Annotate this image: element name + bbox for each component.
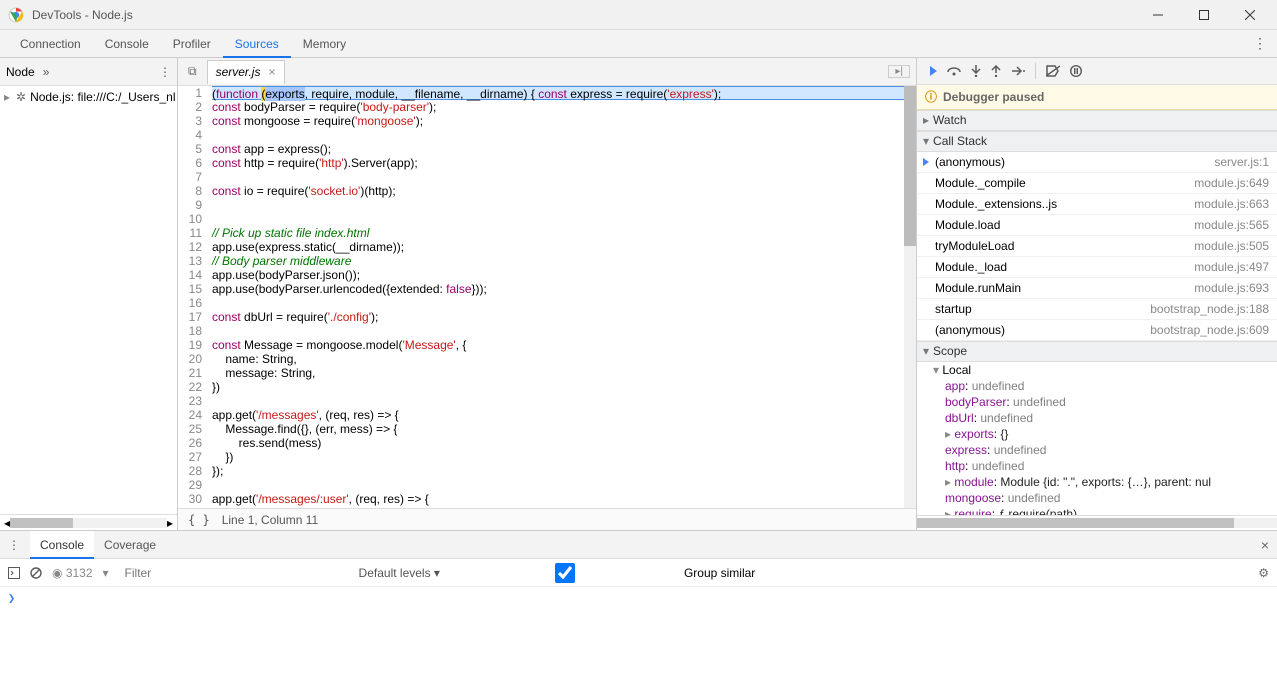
tab-profiler[interactable]: Profiler [161, 30, 223, 58]
callstack-frame[interactable]: Module.loadmodule.js:565 [917, 215, 1277, 236]
scope-local[interactable]: ▾ Local [917, 362, 1277, 378]
chrome-logo-icon [8, 7, 24, 23]
drawer-tab-coverage[interactable]: Coverage [94, 531, 166, 559]
console-prompt[interactable]: ❯ [0, 587, 1277, 647]
toggle-console-icon[interactable] [8, 567, 20, 579]
triangle-right-icon: ▸ [4, 90, 10, 104]
callstack-frame[interactable]: (anonymous)server.js:1 [917, 152, 1277, 173]
debugger-status-banner: ⓘ Debugger paused [917, 85, 1277, 110]
scope-variable[interactable]: bodyParser: undefined [917, 394, 1277, 410]
scope-variable[interactable]: ▸ exports: {} [917, 426, 1277, 442]
log-levels-dropdown[interactable]: Default levels ▾ [359, 566, 440, 580]
debugger-scrollbar[interactable] [917, 515, 1277, 530]
deactivate-breakpoints-icon[interactable] [1046, 65, 1060, 77]
navigator-header[interactable]: Node [6, 65, 35, 79]
tree-item-node[interactable]: ▸ ✲ Node.js: file:///C:/_Users_nl [0, 88, 177, 106]
tab-memory[interactable]: Memory [291, 30, 358, 58]
file-tab-label: server.js [216, 65, 261, 79]
step-over-icon[interactable] [947, 65, 961, 77]
maximize-button[interactable] [1181, 0, 1227, 30]
navigator-scrollbar[interactable]: ◂ ▸ [0, 514, 177, 530]
scope-variable[interactable]: ▸ module: Module {id: ".", exports: {…},… [917, 474, 1277, 490]
clear-console-icon[interactable] [30, 567, 42, 579]
toggle-navigator-icon[interactable]: ⧉ [184, 64, 201, 79]
pause-exceptions-icon[interactable] [1070, 65, 1082, 77]
window-title: DevTools - Node.js [32, 8, 133, 22]
navigator-panel: Node » ⋮ ▸ ✲ Node.js: file:///C:/_Users_… [0, 58, 178, 530]
tab-connection[interactable]: Connection [8, 30, 93, 58]
scope-variable[interactable]: express: undefined [917, 442, 1277, 458]
group-similar-checkbox[interactable]: Group similar [450, 563, 755, 583]
more-menu-icon[interactable]: ⋮ [1243, 35, 1277, 52]
code-editor[interactable]: 1234567891011121314151617181920212223242… [178, 86, 916, 508]
callstack-frame[interactable]: tryModuleLoadmodule.js:505 [917, 236, 1277, 257]
navigator-more-icon[interactable]: ⋮ [159, 65, 171, 79]
file-tab-server[interactable]: server.js × [207, 60, 285, 84]
step-out-icon[interactable] [991, 65, 1001, 77]
scope-section[interactable]: ▾Scope [917, 341, 1277, 362]
scope-variable[interactable]: ▸ require: ƒ require(path) [917, 506, 1277, 515]
callstack-frame[interactable]: Module.runMainmodule.js:693 [917, 278, 1277, 299]
console-drawer: ⋮ Console Coverage × ◉ 3132 ▾ Default le… [0, 530, 1277, 647]
tab-sources[interactable]: Sources [223, 30, 291, 58]
drawer-close-icon[interactable]: × [1261, 537, 1269, 553]
gear-icon: ✲ [16, 90, 26, 104]
main-tabs: Connection Console Profiler Sources Memo… [0, 30, 1277, 58]
console-settings-icon[interactable]: ⚙ [1258, 566, 1269, 580]
scope-variable[interactable]: mongoose: undefined [917, 490, 1277, 506]
callstack-frame[interactable]: Module._compilemodule.js:649 [917, 173, 1277, 194]
debugger-panel: ⓘ Debugger paused ▸Watch ▾Call Stack (an… [917, 58, 1277, 530]
drawer-menu-icon[interactable]: ⋮ [8, 538, 20, 552]
resume-icon[interactable] [925, 65, 937, 77]
minimize-button[interactable] [1135, 0, 1181, 30]
chevron-right-icon[interactable]: » [43, 65, 50, 79]
close-tab-icon[interactable]: × [268, 65, 275, 79]
callstack-frame[interactable]: Module._extensions..jsmodule.js:663 [917, 194, 1277, 215]
run-snippet-icon[interactable]: ▸| [888, 65, 910, 78]
editor-panel: ⧉ server.js × ▸| 12345678910111213141516… [178, 58, 917, 530]
step-icon[interactable] [1011, 66, 1025, 76]
pretty-print-icon[interactable]: { } [188, 513, 210, 527]
info-badge-icon: ⓘ [925, 88, 937, 105]
editor-statusbar: { } Line 1, Column 11 [178, 508, 916, 530]
callstack-frame[interactable]: startupbootstrap_node.js:188 [917, 299, 1277, 320]
watch-section[interactable]: ▸Watch [917, 110, 1277, 131]
console-filter-input[interactable] [119, 563, 349, 583]
scope-variable[interactable]: http: undefined [917, 458, 1277, 474]
close-button[interactable] [1227, 0, 1273, 30]
tree-item-label: Node.js: file:///C:/_Users_nl [30, 90, 175, 104]
context-selector-pill[interactable]: ◉ 3132 ▾ [52, 566, 109, 580]
scope-variable[interactable]: dbUrl: undefined [917, 410, 1277, 426]
callstack-frame[interactable]: (anonymous)bootstrap_node.js:609 [917, 320, 1277, 341]
tab-console[interactable]: Console [93, 30, 161, 58]
scope-variable[interactable]: app: undefined [917, 378, 1277, 394]
step-into-icon[interactable] [971, 65, 981, 77]
drawer-tab-console[interactable]: Console [30, 531, 94, 559]
cursor-position: Line 1, Column 11 [222, 513, 319, 527]
window-titlebar: DevTools - Node.js [0, 0, 1277, 30]
callstack-section[interactable]: ▾Call Stack [917, 131, 1277, 152]
callstack-frame[interactable]: Module._loadmodule.js:497 [917, 257, 1277, 278]
